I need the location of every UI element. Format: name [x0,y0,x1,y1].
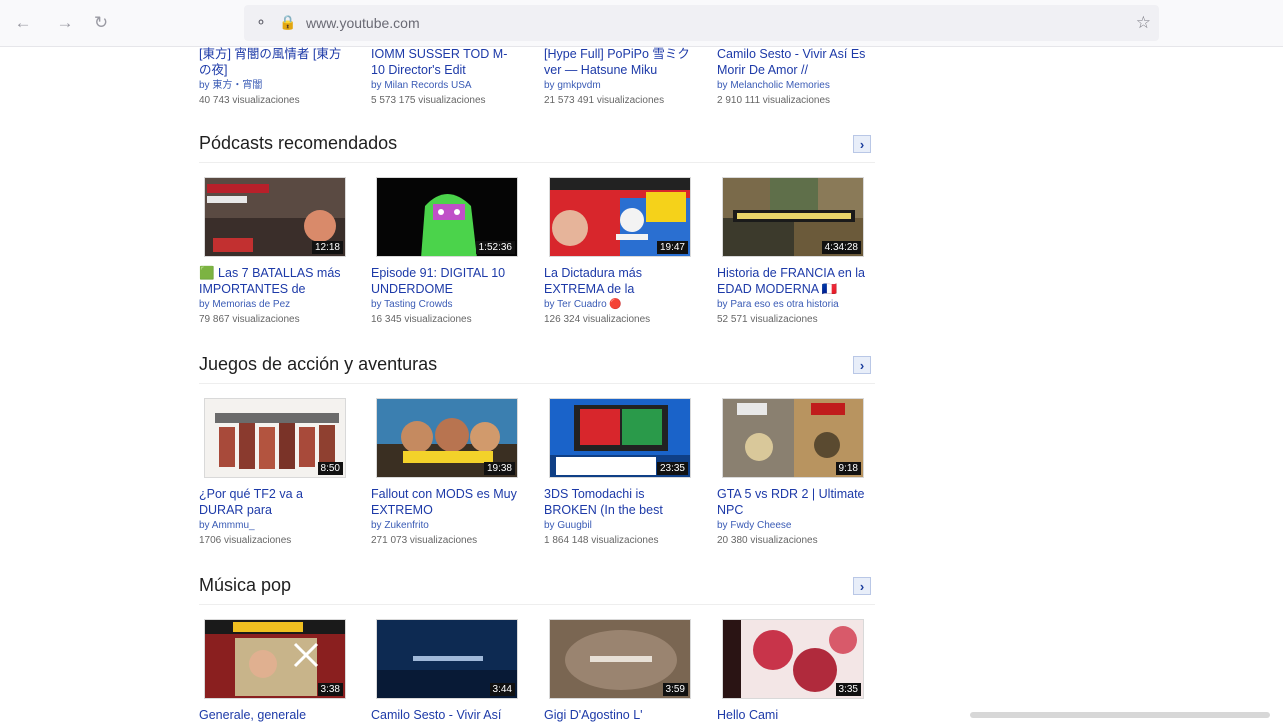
video-thumbnail[interactable]: 3:35 [722,619,864,699]
video-title[interactable]: Fallout con MODS es Muy EXTREMO [371,486,521,518]
video-views: 1706 visualizaciones [199,535,292,546]
video-title[interactable]: Gigi D'Agostino L' [544,707,694,723]
section-next-arrow-icon[interactable]: › [853,356,871,374]
section-title[interactable]: Juegos de acción y aventuras [199,354,437,375]
video-title[interactable]: [東方] 宵闇の風情者 [東方の夜] [199,46,349,78]
video-thumbnail[interactable]: 3:44 [376,619,518,699]
video-thumbnail[interactable]: 23:35 [549,398,691,478]
video-duration: 9:18 [835,462,861,475]
video-title[interactable]: ¿Por qué TF2 va a DURAR para [199,486,349,518]
video-author[interactable]: by Ter Cuadro 🔴 [544,297,694,312]
video-views: 79 867 visualizaciones [199,314,300,325]
video-thumbnail[interactable]: 9:18 [722,398,864,478]
video-duration: 19:47 [656,241,688,254]
video-title[interactable]: Historia de FRANCIA en la EDAD MODERNA 🇫… [717,265,867,297]
video-title[interactable]: GTA 5 vs RDR 2 | Ultimate NPC [717,486,867,518]
section-divider [199,162,875,163]
video-author[interactable]: by Milan Records USA [371,78,521,93]
section-next-arrow-icon[interactable]: › [853,577,871,595]
video-views: 5 573 175 visualizaciones [371,95,486,106]
video-duration: 3:38 [317,683,343,696]
video-thumbnail[interactable]: 4:34:28 [722,177,864,257]
video-duration: 1:52:36 [475,241,515,254]
video-thumbnail[interactable]: 1:52:36 [376,177,518,257]
video-views: 20 380 visualizaciones [717,535,818,546]
video-duration: 3:59 [662,683,688,696]
video-thumbnail[interactable]: 3:38 [204,619,346,699]
video-author[interactable]: by Melancholic Memories [717,78,867,93]
video-thumbnail[interactable]: 8:50 [204,398,346,478]
video-title[interactable]: 3DS Tomodachi is BROKEN (In the best [544,486,694,518]
video-title[interactable]: Episode 91: DIGITAL 10 UNDERDOME [371,265,521,297]
browser-toolbar: ← → ↻ ⚬ 🔒 www.youtube.com ☆ [0,0,1283,47]
video-title[interactable]: La Dictadura más EXTREMA de la [544,265,694,297]
bookmark-star-icon[interactable]: ☆ [1136,13,1151,33]
url-text[interactable]: www.youtube.com [306,15,420,31]
video-thumbnail[interactable]: 19:47 [549,177,691,257]
video-views: 40 743 visualizaciones [199,95,300,106]
reload-icon[interactable]: ↻ [89,11,113,35]
video-author[interactable]: by Memorias de Pez [199,297,349,312]
video-title[interactable]: Generale, generale [199,707,349,723]
video-views: 16 345 visualizaciones [371,314,472,325]
video-views: 126 324 visualizaciones [544,314,651,325]
video-author[interactable]: by Tasting Crowds [371,297,521,312]
video-duration: 3:35 [835,683,861,696]
video-duration: 19:38 [483,462,515,475]
video-author[interactable]: by Ammmu_ [199,518,349,533]
video-title[interactable]: IOMM SUSSER TOD M-10 Director's Edit [371,46,521,78]
tracking-shield-icon[interactable]: ⚬ [252,13,270,31]
lock-icon[interactable]: 🔒 [279,13,297,31]
video-author[interactable]: by Guugbil [544,518,694,533]
video-title[interactable]: Hello Cami [717,707,867,723]
section-title[interactable]: Pódcasts recomendados [199,133,397,154]
video-views: 1 864 148 visualizaciones [544,535,659,546]
section-divider [199,604,875,605]
video-author[interactable]: by 東方・宵闇 [199,78,349,93]
video-author[interactable]: by Zukenfrito [371,518,521,533]
video-thumbnail[interactable]: 3:59 [549,619,691,699]
video-title[interactable]: Camilo Sesto - Vivir Así Es Morir De Amo… [717,46,867,78]
video-duration: 12:18 [311,241,343,254]
video-duration: 8:50 [317,462,343,475]
forward-arrow-icon[interactable]: → [53,11,77,35]
video-title[interactable]: Camilo Sesto - Vivir Así [371,707,521,723]
video-views: 52 571 visualizaciones [717,314,818,325]
video-duration: 23:35 [656,462,688,475]
back-arrow-icon[interactable]: ← [11,11,35,35]
video-author[interactable]: by Para eso es otra historia [717,297,867,312]
video-views: 21 573 491 visualizaciones [544,95,665,106]
video-title[interactable]: [Hype Full] PoPiPo 雪ミク ver — Hatsune Mik… [544,46,694,78]
video-author[interactable]: by Fwdy Cheese [717,518,867,533]
section-next-arrow-icon[interactable]: › [853,135,871,153]
address-bar[interactable]: ⚬ 🔒 www.youtube.com ☆ [244,5,1159,41]
section-divider [199,383,875,384]
video-title[interactable]: 🟩 Las 7 BATALLAS más IMPORTANTES de [199,265,349,297]
video-duration: 4:34:28 [821,241,861,254]
video-thumbnail[interactable]: 12:18 [204,177,346,257]
video-duration: 3:44 [489,683,515,696]
horizontal-scrollbar[interactable] [970,712,1270,718]
section-title[interactable]: Música pop [199,575,291,596]
video-views: 271 073 visualizaciones [371,535,478,546]
video-author[interactable]: by gmkpvdm [544,78,694,93]
video-thumbnail[interactable]: 19:38 [376,398,518,478]
video-views: 2 910 111 visualizaciones [717,95,831,106]
